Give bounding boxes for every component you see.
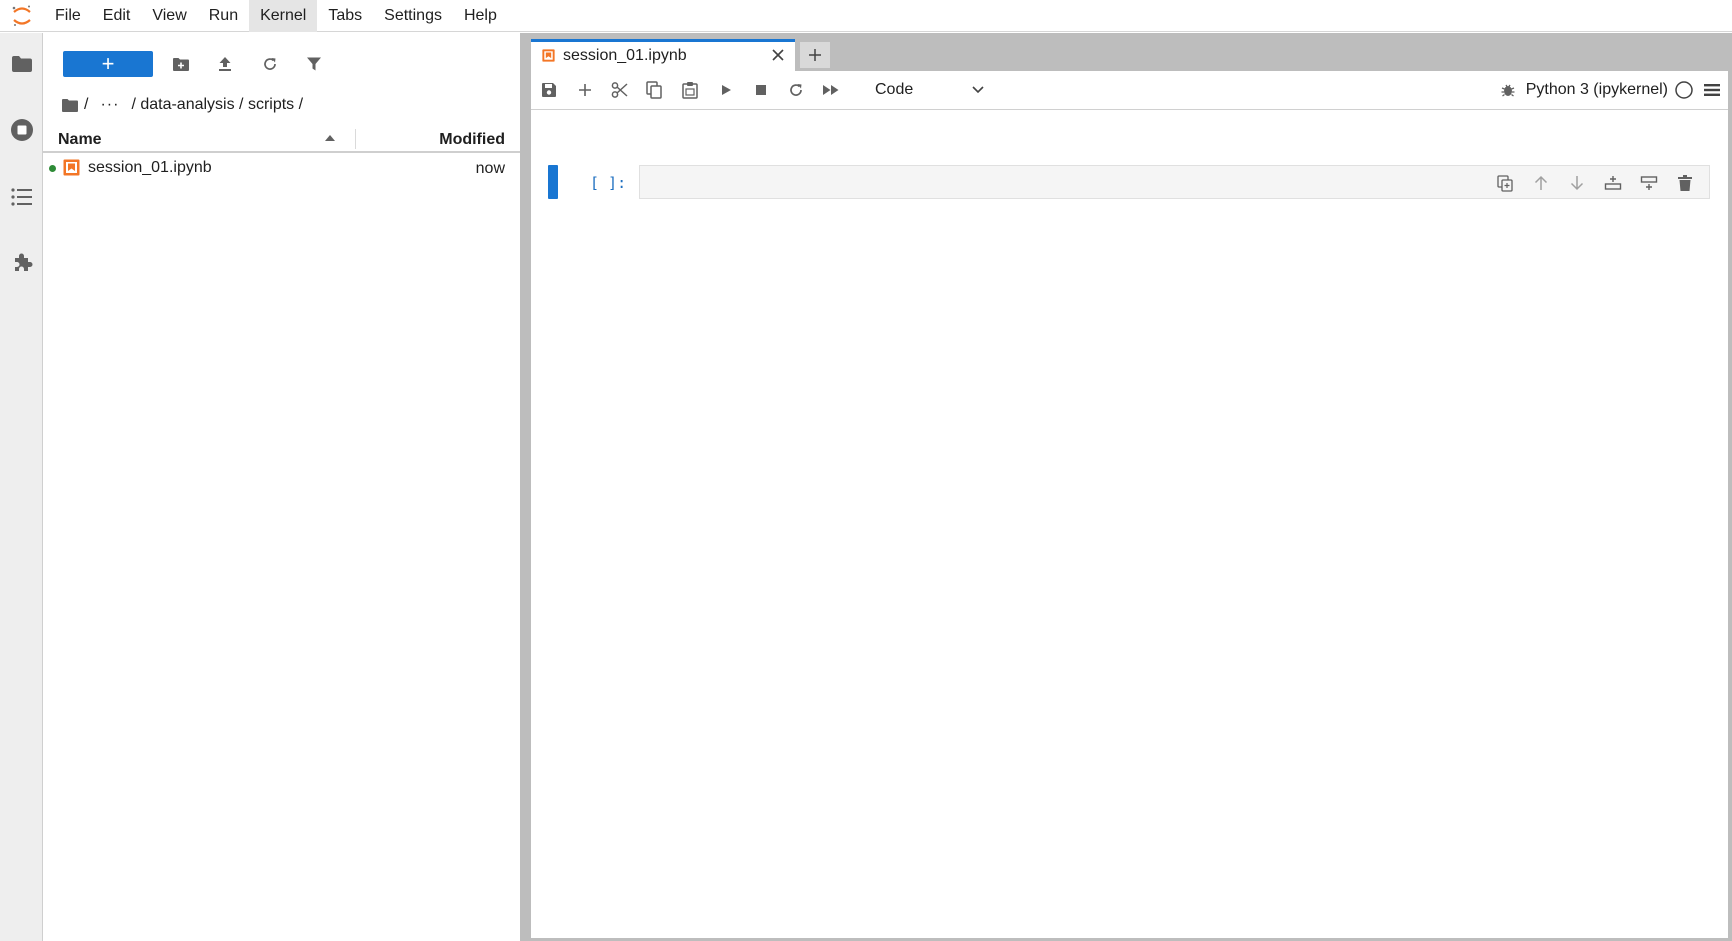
duplicate-cell-icon[interactable]	[1487, 172, 1523, 194]
cell-toolbar	[1487, 172, 1703, 194]
kernel-status-area: Python 3 (ipykernel)	[1500, 76, 1720, 104]
column-name-header[interactable]: Name	[58, 131, 102, 149]
breadcrumb-path[interactable]: / data-analysis / scripts /	[131, 96, 303, 114]
menu-icon[interactable]	[1704, 83, 1720, 97]
notebook-tab-icon	[542, 49, 555, 62]
cell-type-select[interactable]: Code	[874, 78, 984, 102]
tab-session-01[interactable]: session_01.ipynb	[531, 39, 795, 71]
running-indicator-icon	[49, 165, 56, 172]
tab-bar: session_01.ipynb	[530, 33, 1732, 71]
refresh-icon[interactable]	[256, 51, 284, 77]
notebook-file-icon	[63, 159, 80, 176]
move-down-icon[interactable]	[1559, 172, 1595, 194]
file-browser: + / ··· / data-analysis / scripts / Name…	[43, 33, 520, 941]
file-modified: now	[475, 160, 505, 177]
cell-collapser[interactable]	[548, 165, 558, 199]
column-modified-header[interactable]: Modified	[439, 131, 505, 149]
insert-above-icon[interactable]	[1595, 172, 1631, 194]
extensions-icon[interactable]	[0, 241, 43, 285]
jupyter-logo-icon[interactable]	[0, 0, 44, 32]
menu-settings[interactable]: Settings	[373, 0, 453, 32]
menu-help[interactable]: Help	[453, 0, 508, 32]
paste-icon[interactable]	[675, 76, 705, 104]
cell-input-editor[interactable]	[639, 165, 1710, 199]
delete-cell-icon[interactable]	[1667, 172, 1703, 194]
file-list-item[interactable]: session_01.ipynb now	[43, 155, 520, 181]
chevron-down-icon	[972, 86, 984, 94]
breadcrumb: / ··· / data-analysis / scripts /	[61, 93, 303, 117]
notebook-toolbar: Code Python 3 (ipykernel)	[531, 71, 1728, 110]
file-browser-toolbar: +	[43, 44, 520, 84]
copy-icon[interactable]	[639, 76, 669, 104]
home-folder-icon[interactable]	[61, 98, 79, 113]
table-of-contents-icon[interactable]	[0, 175, 43, 219]
filter-icon[interactable]	[300, 51, 328, 77]
new-folder-icon[interactable]	[167, 51, 195, 77]
tab-label: session_01.ipynb	[563, 47, 687, 64]
main-dock-area: session_01.ipynb Code Python 3 (ipykerne…	[530, 33, 1732, 941]
activity-bar	[0, 33, 43, 941]
debugger-icon[interactable]	[1500, 82, 1516, 98]
new-launcher-button[interactable]: +	[63, 51, 153, 77]
menu-kernel[interactable]: Kernel	[249, 0, 318, 32]
close-icon[interactable]	[771, 48, 785, 62]
file-name: session_01.ipynb	[88, 159, 212, 176]
cell-prompt: [ ]:	[590, 174, 627, 192]
new-tab-button[interactable]	[800, 42, 830, 68]
menu-tabs[interactable]: Tabs	[317, 0, 373, 32]
stop-icon[interactable]	[746, 76, 776, 104]
panel-splitter[interactable]	[520, 33, 530, 941]
menu-run[interactable]: Run	[198, 0, 249, 32]
run-icon[interactable]	[711, 76, 741, 104]
running-sessions-icon[interactable]	[0, 108, 43, 152]
insert-cell-icon[interactable]	[570, 76, 600, 104]
code-cell[interactable]: [ ]:	[548, 165, 1710, 199]
move-up-icon[interactable]	[1523, 172, 1559, 194]
cut-icon[interactable]	[605, 76, 635, 104]
kernel-name[interactable]: Python 3 (ipykernel)	[1526, 81, 1668, 99]
kernel-idle-icon	[1674, 80, 1694, 100]
restart-run-all-icon[interactable]	[816, 76, 846, 104]
save-icon[interactable]	[534, 76, 564, 104]
file-list-header: Name Modified	[43, 125, 520, 153]
menu-file[interactable]: File	[44, 0, 92, 32]
insert-below-icon[interactable]	[1631, 172, 1667, 194]
cell-type-value: Code	[875, 81, 914, 98]
menu-bar: File Edit View Run Kernel Tabs Settings …	[0, 0, 1732, 32]
menu-edit[interactable]: Edit	[92, 0, 142, 32]
sort-ascending-icon[interactable]	[325, 134, 335, 141]
upload-icon[interactable]	[211, 51, 239, 77]
restart-kernel-icon[interactable]	[781, 76, 811, 104]
folder-icon[interactable]	[0, 42, 43, 86]
column-resize-handle[interactable]	[355, 129, 356, 149]
menu-view[interactable]: View	[141, 0, 197, 32]
breadcrumb-root-separator: /	[84, 96, 89, 113]
breadcrumb-ellipsis[interactable]: ···	[100, 96, 119, 114]
plus-icon	[809, 49, 821, 61]
notebook-panel: Code Python 3 (ipykernel) [ ]:	[531, 71, 1728, 938]
